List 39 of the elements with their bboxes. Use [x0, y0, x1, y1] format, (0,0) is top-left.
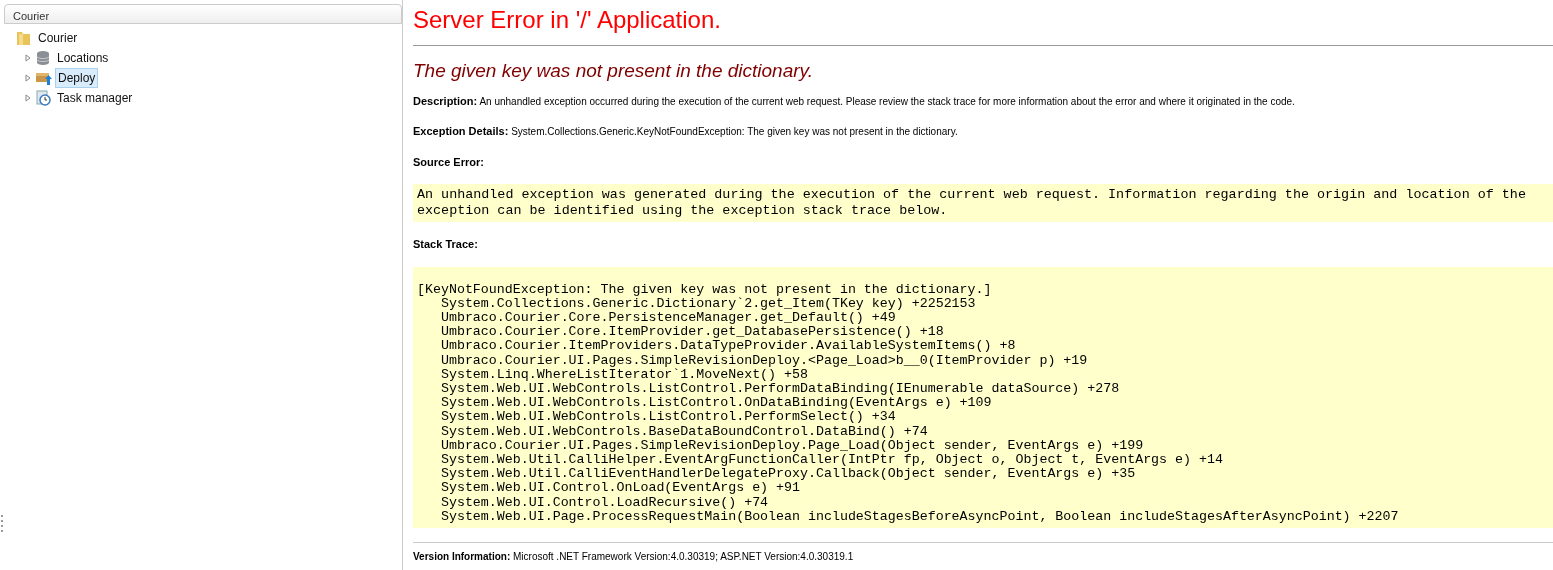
- tree-item[interactable]: Locations: [54, 48, 112, 68]
- stack-trace-line: Umbraco.Courier.Core.ItemProvider.get_DatabasePersistence() +18: [439, 325, 945, 340]
- stack-trace-line: [KeyNotFoundException: The given key was not present in the dictionary.]: [417, 282, 993, 297]
- expand-arrow-icon[interactable]: [24, 94, 32, 102]
- error-message: The given key was not present in the dictionary.: [413, 59, 814, 83]
- stack-trace-line: System.Web.UI.Control.OnLoad(EventArgs e) +91: [439, 481, 801, 496]
- tree-item[interactable]: Courier: [35, 28, 81, 48]
- stack-trace-line: Umbraco.Courier.UI.Pages.SimpleRevisionDeploy.<Page_Load>b__0(ItemProvider p) +19: [439, 353, 1089, 368]
- stack-trace-line: Umbraco.Courier.Core.PersistenceManager.get_Default() +49: [439, 311, 897, 326]
- clock-document-icon: [35, 90, 51, 106]
- stack-trace-line: Umbraco.Courier.UI.Pages.SimpleRevisionDeploy.Page_Load(Object sender, EventArgs e) +199: [439, 438, 1145, 454]
- stack-trace-line: System.Web.UI.WebControls.ListControl.PerformSelect() +34: [439, 410, 897, 425]
- version-text: Version Information: Microsoft .NET Framework Version:4.0.30319; ASP.NET Version:4.0.30319.1: [413, 550, 855, 565]
- expand-arrow-icon[interactable]: [24, 54, 32, 62]
- stack-trace-line: System.Web.UI.WebControls.ListControl.PerformDataBinding(IEnumerable dataSource) +278: [439, 382, 1121, 397]
- stack-trace-line: System.Web.UI.Control.LoadRecursive() +74: [439, 495, 770, 510]
- stack-trace-line: System.Web.Util.CalliEventHandlerDelegateProxy.Callback(Object sender, EventArgs e) +35: [439, 467, 1137, 482]
- stack-trace-line: System.Linq.WhereListIterator`1.MoveNext() +58: [439, 367, 808, 382]
- stack-trace-line: System.Web.UI.Page.ProcessRequestMain(Boolean includeStagesBeforeAsyncPoint, Boolean includeStagesAfterAsyncPoint) +2207: [439, 509, 1400, 525]
- stack-trace-line: System.Web.UI.WebControls.ListControl.OnDataBinding(EventArgs e) +109: [439, 396, 993, 411]
- tree-item[interactable]: Deploy: [55, 68, 99, 88]
- panel-header: Courier: [4, 4, 402, 24]
- stack-trace-line: System.Collections.Generic.Dictionary`2.get_Item(TKey key) +2252153: [440, 296, 976, 311]
- stack-trace-line: Umbraco.Courier.ItemProviders.DataTypeProvider.AvailableSystemItems() +8: [439, 339, 1017, 354]
- description-text: Description: An unhandled exception occurred during the execution of the current web request. Please review the stack trace for more information about the error and where it originated in the code.: [413, 93, 1296, 109]
- database-icon: [35, 50, 51, 66]
- section-heading: Source Error:: [413, 154, 485, 170]
- expand-arrow-icon[interactable]: [24, 74, 32, 82]
- stack-trace-line: System.Web.Util.CalliHelper.EventArgFunctionCaller(IntPtr fp, Object o, Object t, EventArgs e) +14: [439, 453, 1224, 468]
- folder-icon: [16, 30, 32, 46]
- section-heading: Stack Trace:: [413, 237, 479, 253]
- exception-details-text: Exception Details: System.Collections.Generic.KeyNotFoundException: The given key was not present in the dictionary.: [413, 124, 959, 140]
- stack-trace-line: System.Web.UI.WebControls.BaseDataBoundControl.DataBind() +74: [439, 424, 929, 439]
- source-error-line: exception can be identified using the exception stack trace below.: [417, 203, 949, 220]
- source-error-line: An unhandled exception was generated during the execution of the current web request. Information regarding the origin and location of the: [417, 187, 1527, 204]
- resize-grip-icon[interactable]: [1, 515, 5, 535]
- error-title: Server Error in '/' Application.: [413, 6, 722, 35]
- box-upload-icon: [35, 70, 52, 86]
- tree-item[interactable]: Task manager: [54, 88, 136, 108]
